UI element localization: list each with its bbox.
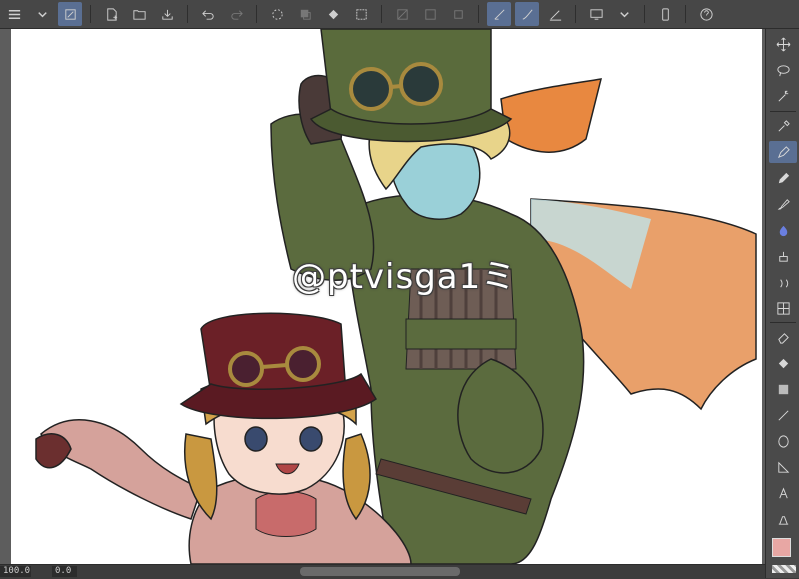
eraser-icon[interactable] [769, 326, 797, 348]
airbrush-tool-icon[interactable] [769, 219, 797, 241]
watermark-signature: @ptvisga1ミ [292, 257, 517, 297]
separator [685, 5, 686, 23]
horizontal-scrollbar[interactable] [300, 567, 460, 576]
menu-icon[interactable] [2, 2, 26, 26]
move-tool-icon[interactable] [769, 33, 797, 55]
gradient-tool-icon[interactable] [769, 378, 797, 400]
decoration-tool-icon[interactable] [769, 245, 797, 267]
pen-pressure-icon[interactable] [543, 2, 567, 26]
brush-tool-icon[interactable] [769, 193, 797, 215]
open-folder-icon[interactable] [127, 2, 151, 26]
chevron-down-icon[interactable] [612, 2, 636, 26]
canvas-area[interactable]: @ptvisga1ミ [0, 29, 765, 564]
pen-correction-icon[interactable] [515, 2, 539, 26]
save-icon[interactable] [155, 2, 179, 26]
separator [644, 5, 645, 23]
clear-icon[interactable] [293, 2, 317, 26]
drawing-canvas[interactable]: @ptvisga1ミ [11, 29, 762, 564]
separator [770, 322, 796, 323]
separator [770, 111, 796, 112]
fill-icon[interactable] [321, 2, 345, 26]
separator [187, 5, 188, 23]
pencil-tool-icon[interactable] [769, 167, 797, 189]
stabilize-icon[interactable] [487, 2, 511, 26]
device-icon[interactable] [653, 2, 677, 26]
blend-tool-icon[interactable] [769, 271, 797, 293]
crop-icon[interactable] [349, 2, 373, 26]
ruler-tool-icon[interactable] [769, 456, 797, 478]
quick-access-icon[interactable] [58, 2, 82, 26]
fill-tool-icon[interactable] [769, 352, 797, 374]
shape-tool-icon[interactable] [769, 430, 797, 452]
redo-icon[interactable] [224, 2, 248, 26]
balloon-tool-icon[interactable] [769, 508, 797, 530]
frame-tool-icon[interactable] [769, 297, 797, 319]
undo-icon[interactable] [196, 2, 220, 26]
tool-palette [765, 29, 799, 578]
main-color-swatch[interactable] [772, 538, 791, 557]
separator [381, 5, 382, 23]
line-tool-icon[interactable] [769, 404, 797, 426]
magic-wand-icon[interactable] [769, 85, 797, 107]
transform-icon[interactable] [446, 2, 470, 26]
eyedropper-icon[interactable] [769, 115, 797, 137]
separator [575, 5, 576, 23]
pen-tool-icon[interactable] [769, 141, 797, 163]
rotation-field[interactable]: 0.0 [52, 566, 77, 577]
text-tool-icon[interactable] [769, 482, 797, 504]
loading-icon[interactable] [265, 2, 289, 26]
lasso-tool-icon[interactable] [769, 59, 797, 81]
chevron-down-icon[interactable] [30, 2, 54, 26]
help-icon[interactable] [694, 2, 718, 26]
top-toolbar [0, 0, 799, 29]
separator [256, 5, 257, 23]
transparent-color-swatch[interactable] [772, 565, 796, 573]
zoom-field[interactable]: 100.0 [0, 566, 31, 577]
separator [90, 5, 91, 23]
separator [478, 5, 479, 23]
deselect-icon[interactable] [390, 2, 414, 26]
invert-selection-icon[interactable] [418, 2, 442, 26]
status-bar: 100.0 0.0 [0, 564, 765, 579]
new-file-icon[interactable] [99, 2, 123, 26]
display-icon[interactable] [584, 2, 608, 26]
